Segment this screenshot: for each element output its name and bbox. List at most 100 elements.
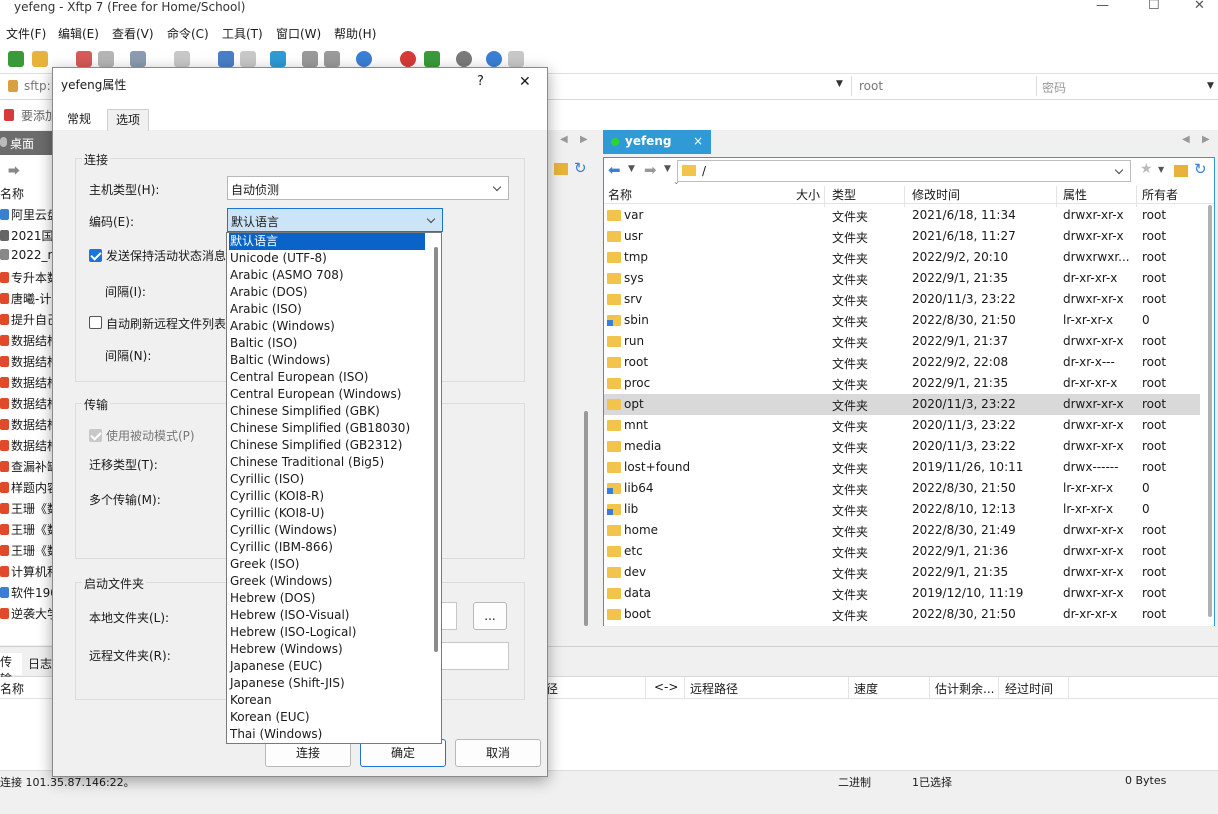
encoding-option[interactable]: Cyrillic (Windows): [229, 522, 425, 539]
list-item[interactable]: 王珊《数: [0, 521, 60, 542]
refresh-icon[interactable]: ↻: [574, 159, 587, 177]
forward-icon[interactable]: ➡: [644, 161, 657, 179]
properties-icon[interactable]: [130, 51, 146, 67]
encoding-option[interactable]: Chinese Traditional (Big5): [229, 454, 425, 471]
table-row[interactable]: home 文件夹 2022/8/30, 21:49 drwxr-xr-x root: [604, 520, 1200, 541]
encoding-option[interactable]: Korean (EUC): [229, 709, 425, 726]
table-row[interactable]: etc 文件夹 2022/9/1, 21:36 drwxr-xr-x root: [604, 541, 1200, 562]
globe-icon[interactable]: [356, 51, 372, 67]
tab-desktop[interactable]: 桌面: [0, 131, 56, 155]
list-item[interactable]: 2021国家: [0, 227, 60, 248]
xftp-icon[interactable]: [424, 51, 440, 67]
column-mtime[interactable]: 修改时间: [912, 186, 960, 203]
encoding-option[interactable]: Central European (Windows): [229, 386, 425, 403]
gear-icon[interactable]: [456, 51, 472, 67]
disconnect-icon[interactable]: [76, 51, 92, 67]
open-folder-icon[interactable]: [32, 51, 48, 67]
encoding-dropdown-list[interactable]: 默认语言 Unicode (UTF-8) Arabic (ASMO 708) Arab…: [226, 232, 442, 744]
table-row[interactable]: data 文件夹 2019/12/10, 11:19 drwxr-xr-x root: [604, 583, 1200, 604]
view-icon[interactable]: [174, 51, 190, 67]
table-row[interactable]: srv 文件夹 2020/11/3, 23:22 drwxr-xr-x root: [604, 289, 1200, 310]
menu-view[interactable]: 查看(V): [112, 25, 154, 42]
encoding-option[interactable]: Hebrew (Windows): [229, 641, 425, 658]
help-icon[interactable]: [486, 51, 502, 67]
chat-icon[interactable]: [508, 51, 524, 67]
list-item[interactable]: 阿里云盘: [0, 206, 60, 227]
prev-tab-icon[interactable]: ◀: [560, 134, 568, 145]
back-icon[interactable]: ⬅: [608, 161, 621, 179]
tab-general[interactable]: 常规: [61, 109, 97, 131]
menu-tools[interactable]: 工具(T): [222, 25, 263, 42]
cancel-button[interactable]: 取消: [455, 739, 541, 767]
encoding-option[interactable]: Baltic (ISO): [229, 335, 425, 352]
host-type-select[interactable]: 自动侦测: [227, 176, 509, 200]
encoding-option[interactable]: Arabic (ASMO 708): [229, 267, 425, 284]
keepalive-checkbox[interactable]: [89, 249, 102, 262]
list-item[interactable]: 数据结构: [0, 395, 60, 416]
paste-icon[interactable]: [324, 51, 340, 67]
dropdown-scrollbar[interactable]: [434, 247, 438, 732]
table-row[interactable]: dev 文件夹 2022/9/1, 21:35 drwxr-xr-x root: [604, 562, 1200, 583]
column-type[interactable]: 类型: [832, 186, 856, 203]
encoding-option[interactable]: Japanese (EUC): [229, 658, 425, 675]
column-attr[interactable]: 属性: [1063, 186, 1087, 203]
list-item[interactable]: 数据结构: [0, 332, 60, 353]
list-item[interactable]: 查漏补缺: [0, 458, 60, 479]
star-icon[interactable]: ★: [1140, 161, 1153, 177]
encoding-option[interactable]: Chinese Simplified (GB18030): [229, 420, 425, 437]
browse-button[interactable]: ...: [473, 602, 507, 630]
tab-options[interactable]: 选项: [107, 109, 150, 131]
tab-close-icon[interactable]: ×: [693, 134, 703, 148]
upload-icon[interactable]: [218, 51, 234, 67]
home-icon[interactable]: [1174, 165, 1188, 177]
table-row[interactable]: root 文件夹 2022/9/2, 22:08 dr-xr-x--- root: [604, 352, 1200, 373]
list-item[interactable]: 王珊《数: [0, 500, 60, 521]
encoding-option[interactable]: Chinese Simplified (GB2312): [229, 437, 425, 454]
chevron-down-icon[interactable]: ▼: [664, 164, 671, 174]
table-row[interactable]: sbin 文件夹 2022/8/30, 21:50 lr-xr-xr-x 0: [604, 310, 1200, 331]
list-item[interactable]: 唐曦-计算: [0, 290, 60, 311]
list-item[interactable]: 样题内容: [0, 479, 60, 500]
encoding-option[interactable]: Cyrillic (IBM-866): [229, 539, 425, 556]
tab-log[interactable]: 日志: [28, 655, 52, 672]
encoding-option[interactable]: Korean: [229, 692, 425, 709]
list-item[interactable]: 逆袭大学: [0, 605, 60, 626]
close-icon[interactable]: ✕: [1194, 0, 1205, 13]
new-session-icon[interactable]: [8, 51, 24, 67]
encoding-option[interactable]: Chinese Simplified (GBK): [229, 403, 425, 420]
maximize-icon[interactable]: ☐: [1148, 0, 1160, 13]
encoding-option[interactable]: Arabic (DOS): [229, 284, 425, 301]
encoding-option[interactable]: Central European (ISO): [229, 369, 425, 386]
table-row[interactable]: mnt 文件夹 2020/11/3, 23:22 drwxr-xr-x root: [604, 415, 1200, 436]
encoding-option[interactable]: Cyrillic (KOI8-U): [229, 505, 425, 522]
chevron-down-icon[interactable]: ▼: [836, 79, 843, 89]
table-row[interactable]: usr 文件夹 2021/6/18, 11:27 drwxr-xr-x root: [604, 226, 1200, 247]
right-scrollbar[interactable]: [1208, 205, 1212, 617]
encoding-option[interactable]: Hebrew (ISO-Logical): [229, 624, 425, 641]
list-item[interactable]: 数据结构: [0, 353, 60, 374]
prev-tab-icon[interactable]: ◀: [1182, 134, 1190, 145]
autorefresh-checkbox[interactable]: [89, 316, 102, 329]
right-file-list[interactable]: 名称 大小 类型 修改时间 属性 所有者 ⌄ var 文件夹 2021/6/18, …: [603, 177, 1215, 626]
table-row[interactable]: run 文件夹 2022/9/1, 21:37 drwxr-xr-x root: [604, 331, 1200, 352]
left-scrollbar[interactable]: [584, 411, 588, 626]
list-item[interactable]: 王珊《数: [0, 542, 60, 563]
menu-edit[interactable]: 编辑(E): [58, 25, 99, 42]
dialog-help-icon[interactable]: ?: [477, 74, 484, 89]
tab-transfer[interactable]: 传输: [0, 653, 22, 686]
chevron-down-icon[interactable]: ▼: [628, 164, 635, 174]
encoding-option[interactable]: Hebrew (ISO-Visual): [229, 607, 425, 624]
list-item[interactable]: 数据结构: [0, 374, 60, 395]
encoding-option[interactable]: Cyrillic (KOI8-R): [229, 488, 425, 505]
encoding-option[interactable]: Thai (Windows): [229, 726, 425, 743]
menu-window[interactable]: 窗口(W): [276, 25, 321, 42]
path-input[interactable]: /: [677, 160, 1131, 182]
menu-help[interactable]: 帮助(H): [334, 25, 376, 42]
table-row[interactable]: boot 文件夹 2022/8/30, 21:50 dr-xr-xr-x root: [604, 604, 1200, 625]
table-row[interactable]: tmp 文件夹 2022/9/2, 20:10 drwxrwxr... root: [604, 247, 1200, 268]
encoding-option[interactable]: Arabic (ISO): [229, 301, 425, 318]
table-row[interactable]: proc 文件夹 2022/9/1, 21:35 dr-xr-xr-x root: [604, 373, 1200, 394]
list-item[interactable]: 专升本数: [0, 269, 60, 290]
encoding-option[interactable]: Arabic (Windows): [229, 318, 425, 335]
refresh-icon[interactable]: ↻: [1194, 160, 1207, 178]
